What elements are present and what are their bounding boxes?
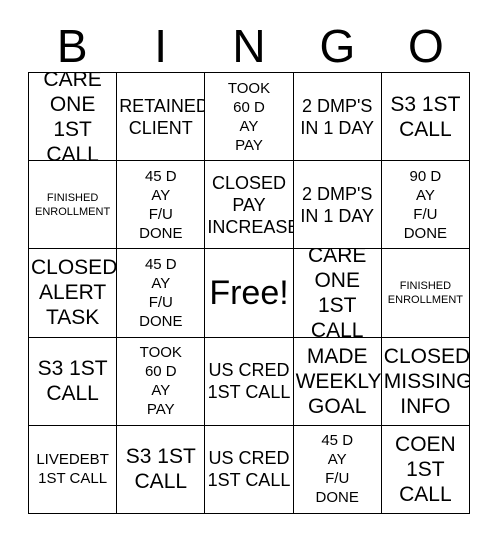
bingo-cell[interactable]: MADE WEEKLY GOAL (293, 337, 382, 426)
bingo-cell[interactable]: US CRED 1ST CALL (205, 425, 294, 514)
bingo-cell[interactable]: US CRED 1ST CALL (205, 337, 294, 426)
bingo-cell[interactable]: S3 1ST CALL (29, 337, 118, 426)
bingo-cell[interactable]: CLOSED PAY INCREASE (205, 161, 294, 250)
bingo-cell-label: 45 D AY F/U DONE (315, 432, 359, 507)
bingo-cell[interactable]: 2 DMP'S IN 1 DAY (293, 73, 382, 162)
bingo-card: B I N G O CARE ONE 1ST CALL RETAINED CLIE… (0, 0, 500, 544)
bingo-cell[interactable]: CLOSED MISSING INFO (381, 337, 470, 426)
bingo-cell-label: 45 D AY F/U DONE (139, 255, 183, 330)
bingo-cell-label: US CRED 1ST CALL (207, 360, 291, 403)
bingo-cell-label: 45 D AY F/U DONE (139, 167, 183, 242)
bingo-cell-label: S3 1ST CALL (125, 445, 196, 494)
bingo-cell[interactable]: 90 D AY F/U DONE (381, 161, 470, 250)
bingo-header-letter-b: B (56, 20, 88, 72)
bingo-cell-label: CARE ONE 1ST CALL (308, 249, 367, 338)
bingo-cell-label: 2 DMP'S IN 1 DAY (300, 183, 375, 226)
bingo-cell[interactable]: TOOK 60 D AY PAY (205, 73, 294, 162)
bingo-cell-label: LIVEDEBT 1ST CALL (36, 451, 109, 488)
bingo-free-space[interactable]: Free! (205, 249, 294, 338)
bingo-cell[interactable]: 45 D AY F/U DONE (117, 249, 206, 338)
bingo-cell[interactable]: CLOSED ALERT TASK (29, 249, 118, 338)
bingo-grid: CARE ONE 1ST CALL RETAINED CLIENT TOOK 60 … (28, 72, 470, 514)
bingo-cell-label: TOOK 60 D AY PAY (139, 344, 182, 419)
bingo-cell-label: MADE WEEKLY GOAL (295, 344, 382, 418)
bingo-header-letter-i: I (154, 20, 167, 72)
bingo-cell-label: CLOSED ALERT TASK (31, 256, 118, 330)
bingo-cell-label: 2 DMP'S IN 1 DAY (300, 95, 375, 138)
bingo-cell-label: FINISHED ENROLLMENT (35, 191, 111, 218)
bingo-cell-label: FINISHED ENROLLMENT (387, 279, 463, 306)
bingo-cell-label: RETAINED CLIENT (119, 95, 206, 138)
bingo-header-row: B I N G O (28, 16, 470, 70)
bingo-header-letter-n: N (232, 20, 266, 72)
bingo-header-letter-o: O (407, 20, 444, 72)
bingo-cell[interactable]: FINISHED ENROLLMENT (381, 249, 470, 338)
bingo-cell[interactable]: S3 1ST CALL (381, 73, 470, 162)
bingo-cell-label: CLOSED PAY INCREASE (207, 172, 294, 237)
bingo-cell-label: US CRED 1ST CALL (207, 448, 291, 491)
bingo-cell[interactable]: LIVEDEBT 1ST CALL (29, 425, 118, 514)
bingo-cell[interactable]: 45 D AY F/U DONE (117, 161, 206, 250)
bingo-cell[interactable]: 2 DMP'S IN 1 DAY (293, 161, 382, 250)
bingo-cell-label: Free! (209, 273, 289, 312)
bingo-cell-label: TOOK 60 D AY PAY (227, 79, 271, 154)
bingo-cell-label: CARE ONE 1ST CALL (43, 73, 102, 162)
bingo-cell[interactable]: S3 1ST CALL (117, 425, 206, 514)
bingo-cell[interactable]: RETAINED CLIENT (117, 73, 206, 162)
bingo-cell-label: S3 1ST CALL (390, 92, 461, 141)
bingo-cell[interactable]: FINISHED ENROLLMENT (29, 161, 118, 250)
bingo-cell[interactable]: CARE ONE 1ST CALL (293, 249, 382, 338)
bingo-cell[interactable]: COEN 1ST CALL (381, 425, 470, 514)
bingo-cell[interactable]: 45 D AY F/U DONE (293, 425, 382, 514)
bingo-cell[interactable]: TOOK 60 D AY PAY (117, 337, 206, 426)
bingo-cell-label: COEN 1ST CALL (395, 432, 456, 506)
bingo-cell-label: S3 1ST CALL (37, 357, 108, 406)
bingo-header-letter-g: G (319, 20, 356, 72)
bingo-cell-label: 90 D AY F/U DONE (403, 167, 448, 242)
bingo-cell[interactable]: CARE ONE 1ST CALL (29, 73, 118, 162)
bingo-cell-label: CLOSED MISSING INFO (383, 344, 470, 418)
